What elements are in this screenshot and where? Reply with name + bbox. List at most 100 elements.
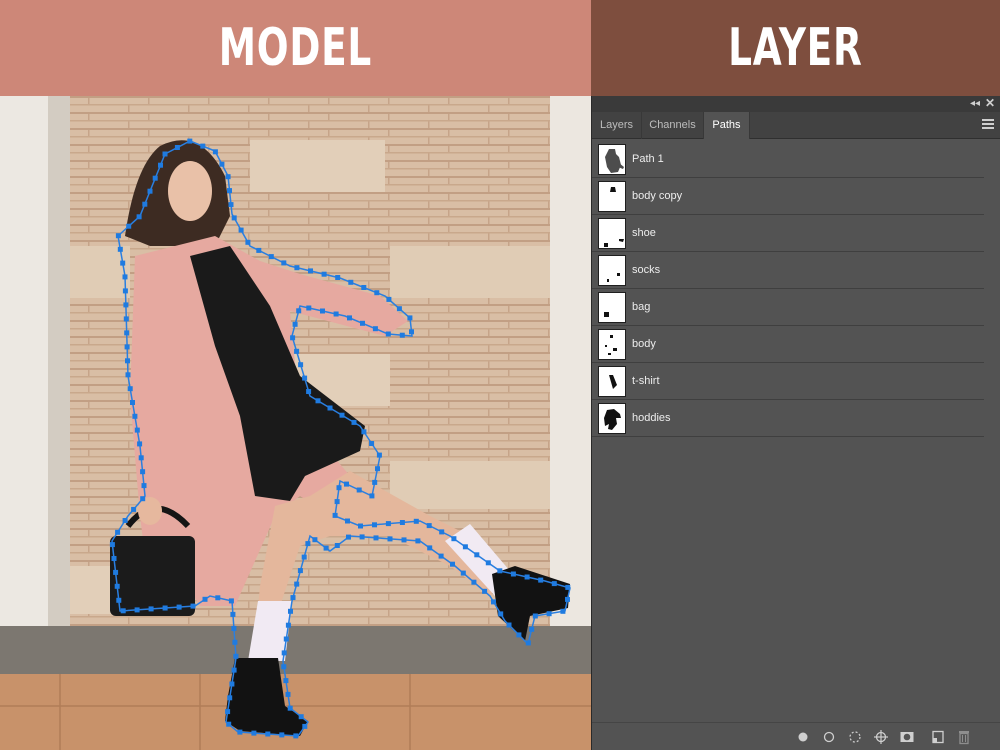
path-anchor-point <box>344 481 349 487</box>
path-row-body-copy[interactable]: body copy <box>592 178 984 215</box>
path-row-hoddies[interactable]: hoddies <box>592 400 984 437</box>
path-row-t-shirt[interactable]: t-shirt <box>592 363 984 400</box>
path-anchor-point <box>130 400 135 405</box>
path-anchor-point <box>510 571 516 577</box>
path-anchor-point <box>237 729 243 735</box>
layer-banner: LAYER <box>591 0 1000 96</box>
path-anchor-point <box>471 579 477 585</box>
path-row-socks[interactable]: socks <box>592 252 984 289</box>
panel-menu-icon[interactable] <box>982 119 994 130</box>
path-anchor-point <box>231 625 237 631</box>
path-anchor-point <box>219 161 225 167</box>
path-anchor-point <box>245 239 251 245</box>
path-anchor-point <box>373 535 379 541</box>
path-anchor-point <box>120 260 126 266</box>
path-anchor-point <box>158 162 163 168</box>
path-thumbnail <box>598 144 626 175</box>
path-anchor-point <box>290 595 296 601</box>
model-photo-canvas <box>0 96 591 750</box>
path-anchor-point <box>123 316 129 322</box>
path-anchor-point <box>115 233 121 239</box>
path-anchor-point <box>305 541 311 547</box>
path-anchor-point <box>283 636 289 642</box>
path-anchor-point <box>332 512 338 518</box>
path-anchor-point <box>117 246 123 252</box>
path-anchor-point <box>415 538 421 544</box>
path-anchor-point <box>134 607 140 613</box>
path-anchor-point <box>152 175 158 181</box>
path-anchor-point <box>551 581 557 587</box>
path-anchor-point <box>176 604 182 610</box>
path-anchor-point <box>296 308 302 314</box>
path-anchor-point <box>140 469 146 475</box>
path-anchor-point <box>359 534 365 540</box>
tab-layers[interactable]: Layers <box>592 112 642 139</box>
path-anchor-point <box>348 279 354 285</box>
path-anchor-point <box>292 321 298 327</box>
path-anchor-point <box>227 188 232 194</box>
path-anchor-point <box>124 344 130 350</box>
path-anchor-point <box>565 584 571 590</box>
path-anchor-point <box>491 599 496 605</box>
path-row-path-1[interactable]: Path 1 <box>592 141 984 178</box>
path-anchor-point <box>413 518 419 524</box>
path-anchor-point <box>351 419 357 425</box>
path-anchor-point <box>174 145 180 150</box>
path-anchor-point <box>427 545 433 551</box>
path-anchor-point <box>327 405 333 411</box>
path-anchor-point <box>132 413 138 419</box>
close-icon[interactable]: ✕ <box>985 97 995 110</box>
new-path-icon[interactable] <box>930 729 946 745</box>
model-banner: MODEL <box>0 0 591 96</box>
path-anchor-point <box>190 603 196 609</box>
path-anchor-point <box>294 348 300 354</box>
path-anchor-point <box>294 581 300 587</box>
path-anchor-point <box>131 506 137 512</box>
path-anchor-point <box>386 296 392 302</box>
path-anchor-point <box>281 260 287 266</box>
path-anchor-point <box>137 441 143 447</box>
path-anchor-point <box>268 254 274 260</box>
path-anchor-point <box>385 331 391 337</box>
path-anchor-point <box>426 523 432 529</box>
panel-bottom-bar <box>592 722 1000 750</box>
path-anchor-point <box>369 441 375 446</box>
path-anchor-point <box>375 466 380 472</box>
tab-channels[interactable]: Channels <box>642 112 704 139</box>
path-anchor-point <box>227 695 233 701</box>
path-name: t-shirt <box>632 375 660 387</box>
double-chevron-left-icon[interactable]: ◂◂ <box>970 98 980 110</box>
path-anchor-point <box>565 596 570 602</box>
path-anchor-point <box>301 554 307 560</box>
path-anchor-point <box>231 667 237 673</box>
add-mask-icon[interactable] <box>899 729 915 745</box>
path-anchor-point <box>320 308 325 314</box>
load-as-selection-icon[interactable] <box>847 729 863 745</box>
fill-path-icon[interactable] <box>795 729 811 745</box>
tab-paths[interactable]: Paths <box>704 112 750 139</box>
path-anchor-point <box>229 681 235 687</box>
path-anchor-point <box>345 518 350 524</box>
path-anchor-point <box>136 214 142 220</box>
path-anchor-point <box>233 653 239 659</box>
path-anchor-point <box>460 570 466 576</box>
path-anchor-point <box>111 556 117 561</box>
path-anchor-point <box>147 188 153 194</box>
path-row-shoe[interactable]: shoe <box>592 215 984 252</box>
path-anchor-point <box>361 285 367 290</box>
make-work-path-icon[interactable] <box>873 729 889 745</box>
path-anchor-point <box>438 553 444 559</box>
path-row-bag[interactable]: bag <box>592 289 984 326</box>
path-anchor-point <box>498 611 504 617</box>
path-anchor-point <box>360 320 365 326</box>
path-anchor-point <box>298 714 304 720</box>
stone-base <box>0 626 591 674</box>
path-thumbnail <box>598 218 626 249</box>
path-anchor-point <box>125 358 130 364</box>
path-row-body[interactable]: body <box>592 326 984 363</box>
path-anchor-point <box>401 537 407 543</box>
delete-path-icon[interactable] <box>956 729 972 745</box>
stroke-path-icon[interactable] <box>821 729 837 745</box>
path-anchor-point <box>396 306 402 312</box>
path-anchor-point <box>399 332 405 338</box>
